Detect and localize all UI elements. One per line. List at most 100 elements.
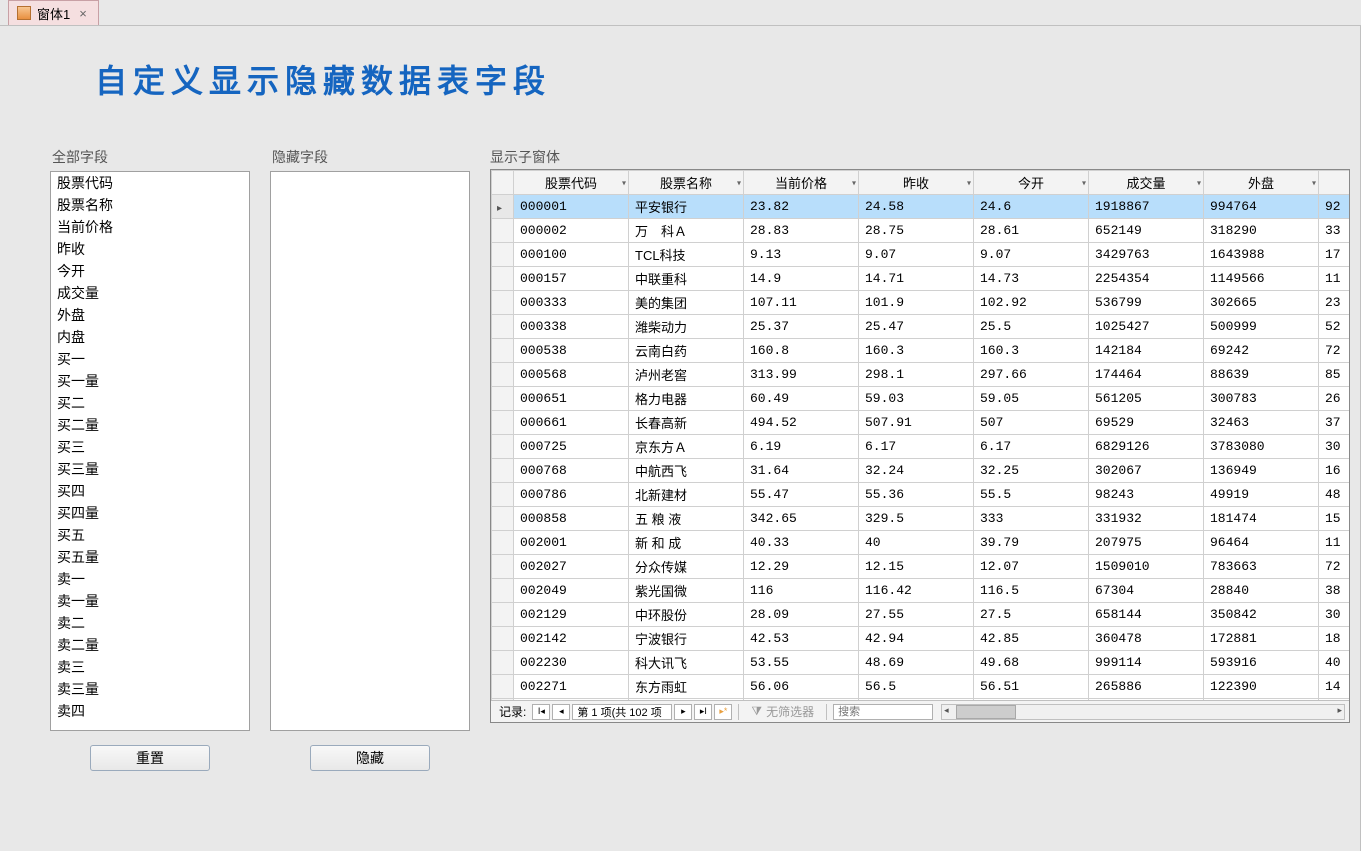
cell[interactable]: 652149 [1089, 219, 1204, 243]
chevron-down-icon[interactable]: ▾ [1312, 178, 1316, 187]
cell[interactable]: 002142 [514, 627, 629, 651]
row-selector[interactable] [492, 627, 514, 651]
cell[interactable]: 55.47 [744, 483, 859, 507]
cell[interactable]: 24.58 [859, 195, 974, 219]
cell[interactable]: 56.06 [744, 675, 859, 699]
cell[interactable]: 500999 [1204, 315, 1319, 339]
row-selector[interactable] [492, 507, 514, 531]
cell[interactable]: 331932 [1089, 507, 1204, 531]
cell[interactable]: 297.66 [974, 363, 1089, 387]
cell[interactable]: 宁波银行 [629, 627, 744, 651]
cell[interactable]: 002304 [514, 699, 629, 701]
cell[interactable]: 002001 [514, 531, 629, 555]
cell[interactable]: 27.5 [974, 603, 1089, 627]
cell[interactable]: 潍柴动力 [629, 315, 744, 339]
cell[interactable]: 1149566 [1204, 267, 1319, 291]
table-row[interactable]: 000568泸州老窖313.99298.1297.661744648863985 [492, 363, 1350, 387]
cell[interactable]: 中环股份 [629, 603, 744, 627]
cell[interactable]: 6829126 [1089, 435, 1204, 459]
table-row[interactable]: 000858五 粮 液342.65329.533333193218147415 [492, 507, 1350, 531]
cell[interactable]: 002271 [514, 675, 629, 699]
cell[interactable]: 新 和 成 [629, 531, 744, 555]
cell[interactable]: 11 [1319, 267, 1350, 291]
cell[interactable]: 28840 [1204, 579, 1319, 603]
cell[interactable]: 52 [1319, 315, 1350, 339]
cell[interactable]: 3429763 [1089, 243, 1204, 267]
cell[interactable]: 160.3 [974, 339, 1089, 363]
cell[interactable]: 116.5 [974, 579, 1089, 603]
cell[interactable]: 1918867 [1089, 195, 1204, 219]
nav-last-icon[interactable]: ▸I [694, 704, 712, 720]
cell[interactable]: 116 [744, 579, 859, 603]
cell[interactable]: 207975 [1089, 531, 1204, 555]
cell[interactable]: 000786 [514, 483, 629, 507]
cell[interactable]: 30 [1319, 603, 1350, 627]
row-selector[interactable] [492, 579, 514, 603]
list-item[interactable]: 股票名称 [51, 194, 249, 216]
cell[interactable]: 32.24 [859, 459, 974, 483]
cell[interactable]: 中航西飞 [629, 459, 744, 483]
column-header[interactable]: 外盘▾ [1204, 171, 1319, 195]
cell[interactable]: 42.53 [744, 627, 859, 651]
cell[interactable]: 494.52 [744, 411, 859, 435]
cell[interactable]: 洋河股份 [629, 699, 744, 701]
list-item[interactable]: 卖三 [51, 656, 249, 678]
list-item[interactable]: 买五量 [51, 546, 249, 568]
cell[interactable]: 分众传媒 [629, 555, 744, 579]
cell[interactable]: 9.07 [974, 243, 1089, 267]
cell[interactable]: 2254354 [1089, 267, 1204, 291]
cell[interactable]: 56.5 [859, 675, 974, 699]
cell[interactable]: 28.75 [859, 219, 974, 243]
row-selector[interactable] [492, 195, 514, 219]
row-selector[interactable] [492, 243, 514, 267]
horizontal-scrollbar[interactable] [941, 704, 1345, 720]
column-header[interactable]: 股票代码▾ [514, 171, 629, 195]
table-row[interactable]: 002304洋河股份228.81220.05219.5514997479916— [492, 699, 1350, 701]
cell[interactable]: 219.55 [974, 699, 1089, 701]
cell[interactable]: 42.85 [974, 627, 1089, 651]
cell[interactable]: 69242 [1204, 339, 1319, 363]
cell[interactable]: 101.9 [859, 291, 974, 315]
chevron-down-icon[interactable]: ▾ [737, 178, 741, 187]
cell[interactable]: 23.82 [744, 195, 859, 219]
cell[interactable]: 783663 [1204, 555, 1319, 579]
list-item[interactable]: 买三量 [51, 458, 249, 480]
cell[interactable]: 12.15 [859, 555, 974, 579]
data-grid[interactable]: 股票代码▾股票名称▾当前价格▾昨收▾今开▾成交量▾外盘▾ 000001平安银行2… [491, 170, 1349, 700]
cell[interactable]: 265886 [1089, 675, 1204, 699]
cell[interactable]: 000002 [514, 219, 629, 243]
nav-position-input[interactable] [572, 704, 672, 720]
cell[interactable]: 云南白药 [629, 339, 744, 363]
cell[interactable]: 107.11 [744, 291, 859, 315]
cell[interactable]: 002027 [514, 555, 629, 579]
cell[interactable]: 12.29 [744, 555, 859, 579]
cell[interactable]: 32.25 [974, 459, 1089, 483]
row-selector[interactable] [492, 603, 514, 627]
cell[interactable]: 000725 [514, 435, 629, 459]
cell[interactable]: 329.5 [859, 507, 974, 531]
cell[interactable]: 28.83 [744, 219, 859, 243]
cell[interactable]: 59.03 [859, 387, 974, 411]
cell[interactable]: 万 科Ａ [629, 219, 744, 243]
list-item[interactable]: 股票代码 [51, 172, 249, 194]
list-item[interactable]: 卖一量 [51, 590, 249, 612]
hide-button[interactable]: 隐藏 [310, 745, 430, 771]
cell[interactable]: 172881 [1204, 627, 1319, 651]
cell[interactable]: 507.91 [859, 411, 974, 435]
close-icon[interactable]: × [76, 6, 90, 21]
search-input[interactable] [833, 704, 933, 720]
cell[interactable]: 40.33 [744, 531, 859, 555]
cell[interactable]: 136949 [1204, 459, 1319, 483]
cell[interactable]: 40 [859, 531, 974, 555]
cell[interactable]: 17 [1319, 243, 1350, 267]
cell[interactable]: 318290 [1204, 219, 1319, 243]
column-header[interactable] [1319, 171, 1350, 195]
scrollbar-thumb[interactable] [956, 705, 1016, 719]
row-selector[interactable] [492, 675, 514, 699]
cell[interactable]: 11 [1319, 531, 1350, 555]
table-row[interactable]: 000100TCL科技9.139.079.073429763164398817 [492, 243, 1350, 267]
cell[interactable]: 002230 [514, 651, 629, 675]
cell[interactable]: 72 [1319, 339, 1350, 363]
column-header[interactable]: 当前价格▾ [744, 171, 859, 195]
chevron-down-icon[interactable]: ▾ [1082, 178, 1086, 187]
